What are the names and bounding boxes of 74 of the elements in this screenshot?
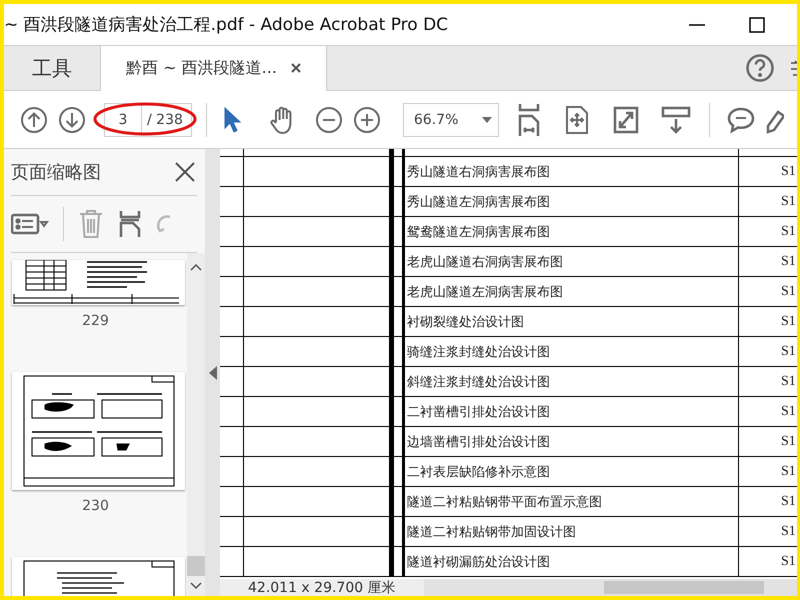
drawing-number-cell: S1 [739, 427, 797, 457]
maximize-icon[interactable] [747, 14, 767, 34]
drawing-number-cell: S1 [739, 517, 797, 547]
drawing-number-cell: S1 [739, 247, 797, 277]
drawing-title-cell: 鸳鸯隧道左洞病害展布图 [402, 217, 739, 247]
table-cell [220, 517, 244, 547]
drawing-title-cell: 秀山隧道左洞病害展布图 [402, 187, 739, 217]
read-mode-icon[interactable] [660, 106, 691, 134]
drawing-title-cell: 斜缝注浆封缝处治设计图 [402, 367, 739, 397]
drawing-title-cell: 秀山隧道右洞病害展布图 [402, 157, 739, 187]
full-screen-icon[interactable] [612, 106, 639, 134]
next-page-icon[interactable] [58, 106, 86, 134]
table-cell [220, 427, 244, 457]
insert-page-icon[interactable] [118, 209, 142, 239]
page-size-label: 42.011 x 29.700 厘米 [247, 578, 397, 596]
trash-icon [78, 209, 104, 239]
drawing-number-cell: S1 [739, 367, 797, 397]
table-cell [220, 247, 244, 277]
drawing-title-cell: 老虎山隧道右洞病害展布图 [402, 247, 739, 277]
drawing-number-cell: S1 [739, 277, 797, 307]
table-cell [220, 157, 244, 187]
scrollbar-thumb[interactable] [187, 556, 205, 576]
close-icon[interactable] [290, 63, 301, 73]
drawing-number-cell: S1 [739, 547, 797, 577]
close-icon[interactable] [173, 160, 197, 184]
page-number-label: 229 [82, 313, 109, 329]
caret-icon [482, 116, 492, 122]
table-cell [220, 397, 244, 427]
drawing-title-cell: 边墙凿槽引排处治设计图 [402, 427, 739, 457]
page-number-label: 230 [82, 498, 109, 514]
drawing-title-cell: 二衬凿槽引排处治设计图 [402, 397, 739, 427]
drawing-title-cell: 衬砌裂缝处治设计图 [402, 307, 739, 337]
collapse-panel-icon[interactable] [208, 366, 216, 380]
drawing-number-cell: S1 [739, 457, 797, 487]
page-thumbnail[interactable] [12, 260, 185, 305]
table-cell [220, 457, 244, 487]
page-move-icon[interactable] [564, 104, 589, 134]
table-cell [220, 307, 244, 337]
window-title: ~ 酉洪段隧道病害处治工程.pdf - Adobe Acrobat Pro DC [4, 14, 450, 36]
table-cell [220, 187, 244, 217]
scrolling-mode-icon[interactable] [516, 104, 541, 136]
drawing-title-cell: 隧道二衬粘贴钢带加固设计图 [402, 517, 739, 547]
drawing-number-cell: S1 [739, 307, 797, 337]
comment-icon[interactable] [726, 106, 756, 134]
page-total: / 238 [142, 102, 192, 136]
scroll-down-icon[interactable] [190, 582, 202, 590]
drawing-number-cell: S1 [739, 157, 797, 187]
drawing-number-cell: S1 [739, 397, 797, 427]
table-cell [220, 217, 244, 247]
page-thumbnail[interactable] [12, 372, 185, 490]
zoom-in-icon[interactable] [352, 106, 381, 134]
drawing-title-cell: 隧道二衬粘贴钢带平面布置示意图 [402, 487, 739, 517]
scroll-up-icon[interactable] [190, 263, 202, 271]
page-number-field[interactable]: 3 [104, 102, 142, 136]
drawing-number-cell: S1 [739, 337, 797, 367]
options-menu-icon[interactable] [11, 212, 49, 236]
drawing-number-cell: S1 [739, 187, 797, 217]
table-cell [220, 337, 244, 367]
zoom-dropdown[interactable]: 66.7% [402, 102, 499, 136]
scrollbar-thumb[interactable] [604, 581, 764, 594]
drawing-title-cell: 二衬表层缺陷修补示意图 [402, 457, 739, 487]
zoom-out-icon[interactable] [314, 106, 343, 134]
help-icon[interactable] [745, 53, 775, 83]
drawing-title-cell: 骑缝注浆封缝处治设计图 [402, 337, 739, 367]
previous-page-icon[interactable] [20, 106, 48, 134]
table-cell [220, 547, 244, 577]
table-cell [220, 367, 244, 397]
panel-title: 页面缩略图 [11, 161, 101, 184]
document-tab[interactable]: 黔酉 ~ 酉洪段隧道... [101, 46, 327, 91]
table-cell [220, 487, 244, 517]
table-cell [220, 277, 244, 307]
drawing-number-cell: S1 [739, 487, 797, 517]
drawing-number-cell: S1 [739, 217, 797, 247]
drawing-title-cell: 老虎山隧道左洞病害展布图 [402, 277, 739, 307]
